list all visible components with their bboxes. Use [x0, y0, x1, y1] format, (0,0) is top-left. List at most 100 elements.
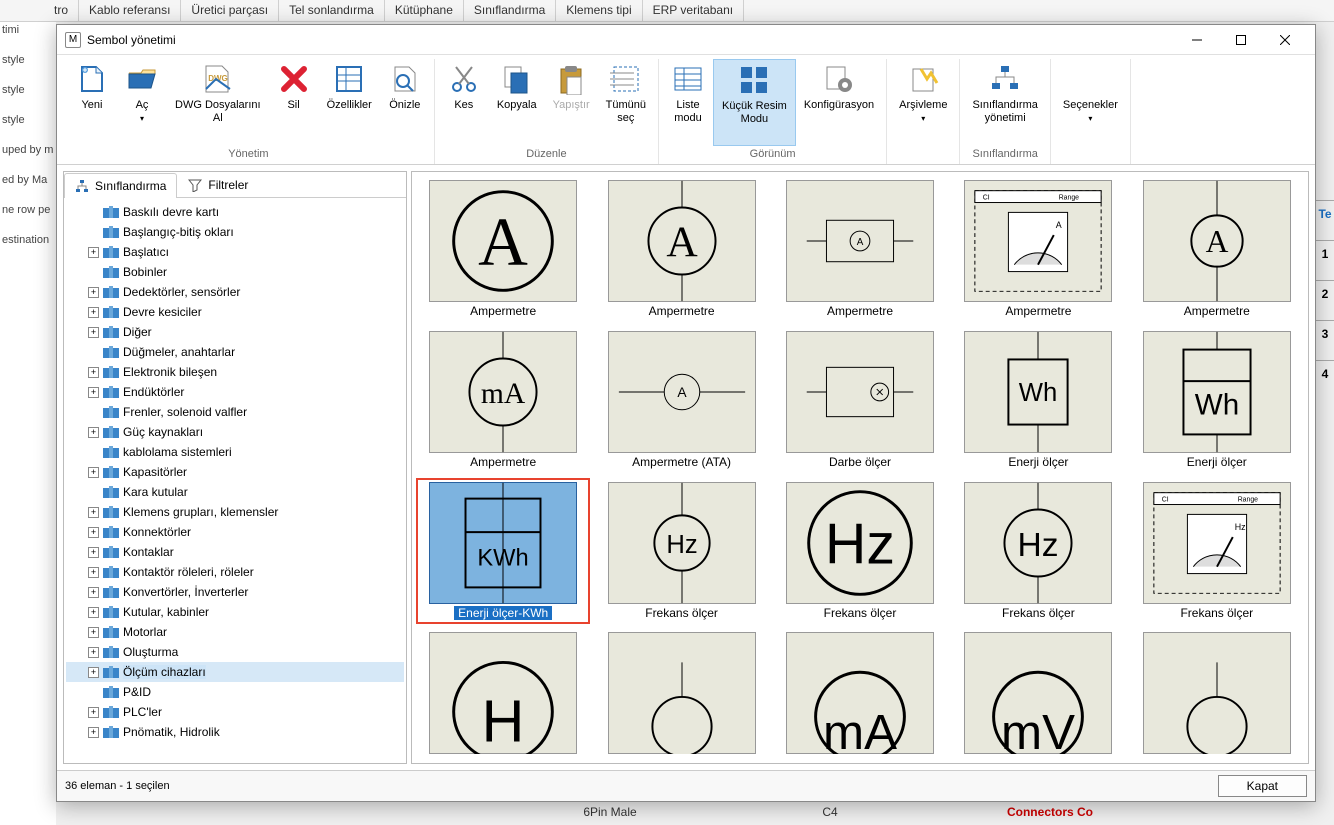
- tree-item[interactable]: kablolama sistemleri: [66, 442, 404, 462]
- tree-item[interactable]: +Dedektörler, sensörler: [66, 282, 404, 302]
- tree-item[interactable]: +Pnömatik, Hidrolik: [66, 722, 404, 742]
- tree-item[interactable]: Frenler, solenoid valfler: [66, 402, 404, 422]
- symbol-item[interactable]: AAmpermetre: [773, 176, 947, 323]
- ribbon-onizle-button[interactable]: Önizle: [380, 59, 430, 146]
- tree-item[interactable]: +Kontaktör röleleri, röleler: [66, 562, 404, 582]
- symbol-thumbnail[interactable]: A: [786, 180, 934, 302]
- expand-icon[interactable]: +: [88, 707, 99, 718]
- bg-tab[interactable]: tro: [44, 0, 79, 21]
- symbol-item[interactable]: [1130, 628, 1304, 759]
- tree-item[interactable]: Kara kutular: [66, 482, 404, 502]
- ribbon-konfig-button[interactable]: Konfigürasyon: [796, 59, 882, 146]
- tree-item[interactable]: +Motorlar: [66, 622, 404, 642]
- bg-tab[interactable]: Üretici parçası: [181, 0, 279, 21]
- symbol-thumbnail[interactable]: mA: [429, 331, 577, 453]
- expand-icon[interactable]: +: [88, 727, 99, 738]
- symbol-thumbnail[interactable]: Hz: [786, 482, 934, 604]
- tree-item[interactable]: Başlangıç-bitiş okları: [66, 222, 404, 242]
- symbol-thumbnail[interactable]: H: [429, 632, 577, 754]
- tree-item[interactable]: Düğmeler, anahtarlar: [66, 342, 404, 362]
- lp-tab-filtre[interactable]: Filtreler: [177, 172, 259, 197]
- ribbon-ac-button[interactable]: Aç▾: [117, 59, 167, 146]
- tree-item[interactable]: P&ID: [66, 682, 404, 702]
- symbol-item[interactable]: Darbe ölçer: [773, 327, 947, 474]
- symbol-thumbnail[interactable]: Hz: [964, 482, 1112, 604]
- expand-icon[interactable]: +: [88, 607, 99, 618]
- tree-item[interactable]: +Klemens grupları, klemensler: [66, 502, 404, 522]
- ribbon-secenek-button[interactable]: Seçenekler▾: [1055, 59, 1126, 158]
- bg-tab[interactable]: Sınıflandırma: [464, 0, 556, 21]
- symbol-grid[interactable]: AAmpermetreAAmpermetreAAmpermetreCIRange…: [411, 171, 1309, 764]
- symbol-item[interactable]: HzFrekans ölçer: [594, 478, 768, 625]
- expand-icon[interactable]: +: [88, 667, 99, 678]
- tree-item[interactable]: +Devre kesiciler: [66, 302, 404, 322]
- tree-item[interactable]: +Konnektörler: [66, 522, 404, 542]
- expand-icon[interactable]: +: [88, 367, 99, 378]
- symbol-thumbnail[interactable]: mA: [786, 632, 934, 754]
- tree-item[interactable]: +Kontaklar: [66, 542, 404, 562]
- expand-icon[interactable]: +: [88, 627, 99, 638]
- ribbon-kes-button[interactable]: Kes: [439, 59, 489, 146]
- symbol-thumbnail[interactable]: [786, 331, 934, 453]
- bg-tab[interactable]: Klemens tipi: [556, 0, 642, 21]
- tree-item[interactable]: +Kutular, kabinler: [66, 602, 404, 622]
- expand-icon[interactable]: +: [88, 547, 99, 558]
- symbol-thumbnail[interactable]: [1143, 632, 1291, 754]
- symbol-item[interactable]: WhEnerji ölçer: [951, 327, 1125, 474]
- symbol-thumbnail[interactable]: A: [608, 180, 756, 302]
- symbol-thumbnail[interactable]: [608, 632, 756, 754]
- expand-icon[interactable]: +: [88, 467, 99, 478]
- symbol-item[interactable]: CIRangeAAmpermetre: [951, 176, 1125, 323]
- close-button[interactable]: Kapat: [1218, 775, 1307, 797]
- close-window-button[interactable]: [1263, 26, 1307, 54]
- symbol-thumbnail[interactable]: mV: [964, 632, 1112, 754]
- expand-icon[interactable]: +: [88, 567, 99, 578]
- symbol-thumbnail[interactable]: A: [1143, 180, 1291, 302]
- expand-icon[interactable]: +: [88, 647, 99, 658]
- bg-tab[interactable]: ERP veritabanı: [643, 0, 745, 21]
- ribbon-arsiv-button[interactable]: Arşivleme▾: [891, 59, 955, 158]
- symbol-item[interactable]: mA: [773, 628, 947, 759]
- ribbon-kopyala-button[interactable]: Kopyala: [489, 59, 545, 146]
- tree-item[interactable]: +Endüktörler: [66, 382, 404, 402]
- tree-item[interactable]: +Konvertörler, İnverterler: [66, 582, 404, 602]
- symbol-item[interactable]: HzFrekans ölçer: [773, 478, 947, 625]
- classification-tree[interactable]: Baskılı devre kartıBaşlangıç-bitiş oklar…: [64, 198, 406, 763]
- tree-item[interactable]: +Başlatıcı: [66, 242, 404, 262]
- expand-icon[interactable]: +: [88, 387, 99, 398]
- ribbon-thumb-button[interactable]: Küçük Resim Modu: [713, 59, 796, 146]
- symbol-thumbnail[interactable]: Wh: [964, 331, 1112, 453]
- lp-tab-sinif[interactable]: Sınıflandırma: [64, 173, 177, 198]
- tree-item[interactable]: Bobinler: [66, 262, 404, 282]
- tree-item[interactable]: +Ölçüm cihazları: [66, 662, 404, 682]
- minimize-button[interactable]: [1175, 26, 1219, 54]
- symbol-item[interactable]: HzFrekans ölçer: [951, 478, 1125, 625]
- ribbon-liste-button[interactable]: Liste modu: [663, 59, 713, 146]
- symbol-thumbnail[interactable]: KWh: [429, 482, 577, 604]
- tree-item[interactable]: Baskılı devre kartı: [66, 202, 404, 222]
- symbol-item[interactable]: H: [416, 628, 590, 759]
- symbol-item[interactable]: AAmpermetre: [594, 176, 768, 323]
- symbol-item[interactable]: KWhEnerji ölçer-KWh: [416, 478, 590, 625]
- ribbon-ozellikler-button[interactable]: Özellikler: [319, 59, 380, 146]
- expand-icon[interactable]: +: [88, 427, 99, 438]
- symbol-item[interactable]: [594, 628, 768, 759]
- tree-item[interactable]: +PLC'ler: [66, 702, 404, 722]
- tree-item[interactable]: +Diğer: [66, 322, 404, 342]
- tree-item[interactable]: +Kapasitörler: [66, 462, 404, 482]
- expand-icon[interactable]: +: [88, 507, 99, 518]
- expand-icon[interactable]: +: [88, 587, 99, 598]
- symbol-thumbnail[interactable]: A: [608, 331, 756, 453]
- expand-icon[interactable]: +: [88, 327, 99, 338]
- ribbon-yeni-button[interactable]: Yeni: [67, 59, 117, 146]
- symbol-item[interactable]: CIRangeHzFrekans ölçer: [1130, 478, 1304, 625]
- symbol-thumbnail[interactable]: Wh: [1143, 331, 1291, 453]
- symbol-thumbnail[interactable]: Hz: [608, 482, 756, 604]
- ribbon-sinif-button[interactable]: Sınıflandırma yönetimi: [964, 59, 1045, 146]
- ribbon-sil-button[interactable]: Sil: [269, 59, 319, 146]
- symbol-thumbnail[interactable]: CIRangeHz: [1143, 482, 1291, 604]
- symbol-item[interactable]: mV: [951, 628, 1125, 759]
- expand-icon[interactable]: +: [88, 247, 99, 258]
- symbol-thumbnail[interactable]: A: [429, 180, 577, 302]
- tree-item[interactable]: +Oluşturma: [66, 642, 404, 662]
